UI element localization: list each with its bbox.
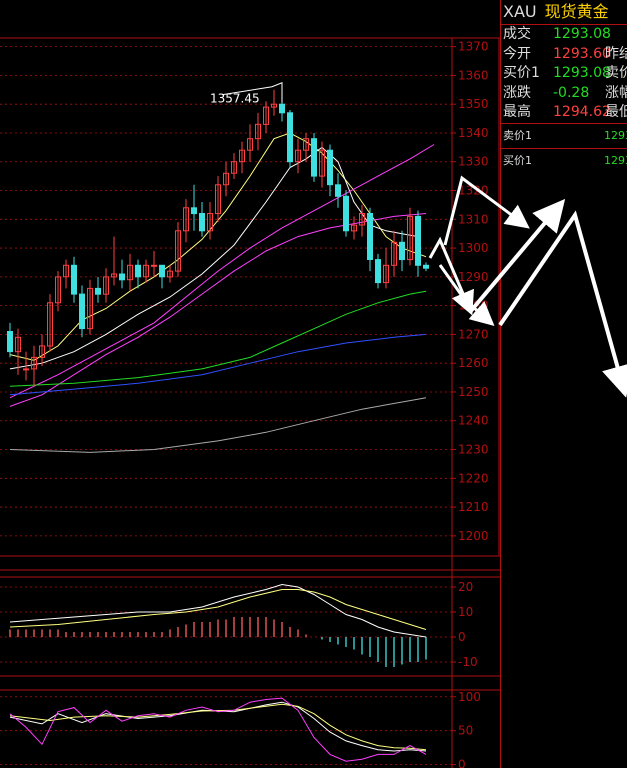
quote-value: 1294.62 xyxy=(553,104,611,120)
moving-average-line xyxy=(9,290,427,387)
candle-body xyxy=(399,241,405,261)
price-panel[interactable]: 1357.45 xyxy=(7,82,435,453)
y-tick-label: 1250 xyxy=(458,385,489,399)
quote-row-high: 最高 1294.62 最低 xyxy=(501,103,627,123)
quote-label-2: 最低 xyxy=(605,104,627,120)
y-tick-label: 1200 xyxy=(458,529,489,543)
order-row-sell: 卖价1 1293 xyxy=(501,124,627,148)
y-tick-label: 1350 xyxy=(458,97,489,111)
candle-body xyxy=(287,112,293,163)
y-tick-label: 1280 xyxy=(458,299,489,313)
moving-average-line xyxy=(9,132,427,361)
peak-label: 1357.45 xyxy=(210,92,260,106)
y-tick-label: 10 xyxy=(458,605,473,619)
y-tick-label: 1370 xyxy=(458,40,489,54)
candle-body xyxy=(199,213,205,232)
candle-body xyxy=(95,287,101,295)
y-tick-label: 0 xyxy=(458,630,466,644)
order-label: 买价1 xyxy=(503,153,532,167)
order-value: 1293 xyxy=(604,153,627,167)
y-axis: 1200 1210 1220 1230 1240 1250 1260 1270 1280 1290… xyxy=(452,40,489,768)
moving-average-line xyxy=(9,213,427,407)
order-label: 卖价1 xyxy=(503,128,532,142)
candle-body xyxy=(79,293,85,330)
y-tick-label: 100 xyxy=(458,690,481,704)
y-tick-label: 1310 xyxy=(458,212,489,226)
y-tick-label: 1260 xyxy=(458,356,489,370)
y-tick-label: 50 xyxy=(458,724,473,738)
quote-value: 1293.08 xyxy=(553,26,611,42)
candle-body xyxy=(191,207,197,215)
quote-panel: XAU 现货黄金 成交 1293.08 今开 1293.60 昨结 买价1 129… xyxy=(500,0,627,768)
candle-body xyxy=(343,195,349,232)
y-tick-label: 1330 xyxy=(458,155,489,169)
quote-label-2: 卖价 xyxy=(605,65,627,81)
candle-body xyxy=(151,264,157,267)
quote-name: 现货黄金 xyxy=(544,2,609,21)
y-tick-label: 1240 xyxy=(458,414,489,428)
quote-row-bid: 买价1 1293.08 卖价 xyxy=(501,64,627,84)
quote-value: 1293.60 xyxy=(553,45,611,62)
y-tick-label: 1360 xyxy=(458,68,489,82)
quote-value: -0.28 xyxy=(553,84,590,101)
macd-panel[interactable] xyxy=(9,583,427,668)
indicator-line xyxy=(9,701,427,752)
kline-chart[interactable]: 1357.45 1200 1210 1220 1230 1240 1250 1260 1270… xyxy=(0,0,500,768)
indicator-line xyxy=(9,697,427,762)
candle-body xyxy=(159,264,165,278)
y-tick-label: 1320 xyxy=(458,184,489,198)
candle-body xyxy=(375,259,381,284)
quote-label: 最高 xyxy=(503,104,531,120)
candle-body xyxy=(279,103,285,114)
quote-label: 成交 xyxy=(503,26,531,42)
candle-body xyxy=(335,184,341,197)
quote-symbol: XAU xyxy=(503,2,537,21)
y-tick-label: 1300 xyxy=(458,241,489,255)
y-tick-label: 1230 xyxy=(458,443,489,457)
quote-row-change: 涨跌 -0.28 涨幅 xyxy=(501,84,627,104)
quote-header: XAU 现货黄金 xyxy=(501,0,627,25)
candle-body xyxy=(135,264,141,278)
y-tick-label: 1270 xyxy=(458,327,489,341)
candle-body xyxy=(119,273,125,281)
indicator-line xyxy=(9,703,427,751)
moving-average-line xyxy=(9,397,427,453)
quote-value: 1293.08 xyxy=(553,65,611,81)
quote-label: 买价1 xyxy=(503,65,540,81)
price-panel-frame xyxy=(0,37,500,557)
candle-body xyxy=(23,368,29,371)
quote-label: 涨跌 xyxy=(503,84,531,101)
quote-label-2: 涨幅 xyxy=(605,84,627,101)
y-tick-label: 20 xyxy=(458,580,473,594)
y-tick-label: 1340 xyxy=(458,126,489,140)
moving-average-line xyxy=(9,146,419,370)
kdj-panel[interactable] xyxy=(9,697,427,762)
candle-body xyxy=(423,264,429,269)
quote-row-trade: 成交 1293.08 xyxy=(501,25,627,45)
candle-body xyxy=(367,213,373,260)
order-value: 1293 xyxy=(604,128,627,142)
candle-body xyxy=(71,264,77,295)
y-tick-label: 1290 xyxy=(458,270,489,284)
y-tick-label: -10 xyxy=(458,655,478,669)
y-tick-label: 0 xyxy=(458,758,466,768)
candle-body xyxy=(415,215,421,266)
quote-label: 今开 xyxy=(503,45,531,62)
order-row-buy: 买价1 1293 xyxy=(501,149,627,173)
candle-body xyxy=(311,138,317,177)
quote-row-open: 今开 1293.60 昨结 xyxy=(501,45,627,65)
candle-body xyxy=(7,331,13,353)
candle-body xyxy=(327,149,333,186)
quote-label-2: 昨结 xyxy=(605,45,627,62)
y-tick-label: 1210 xyxy=(458,500,489,514)
y-tick-label: 1220 xyxy=(458,471,489,485)
